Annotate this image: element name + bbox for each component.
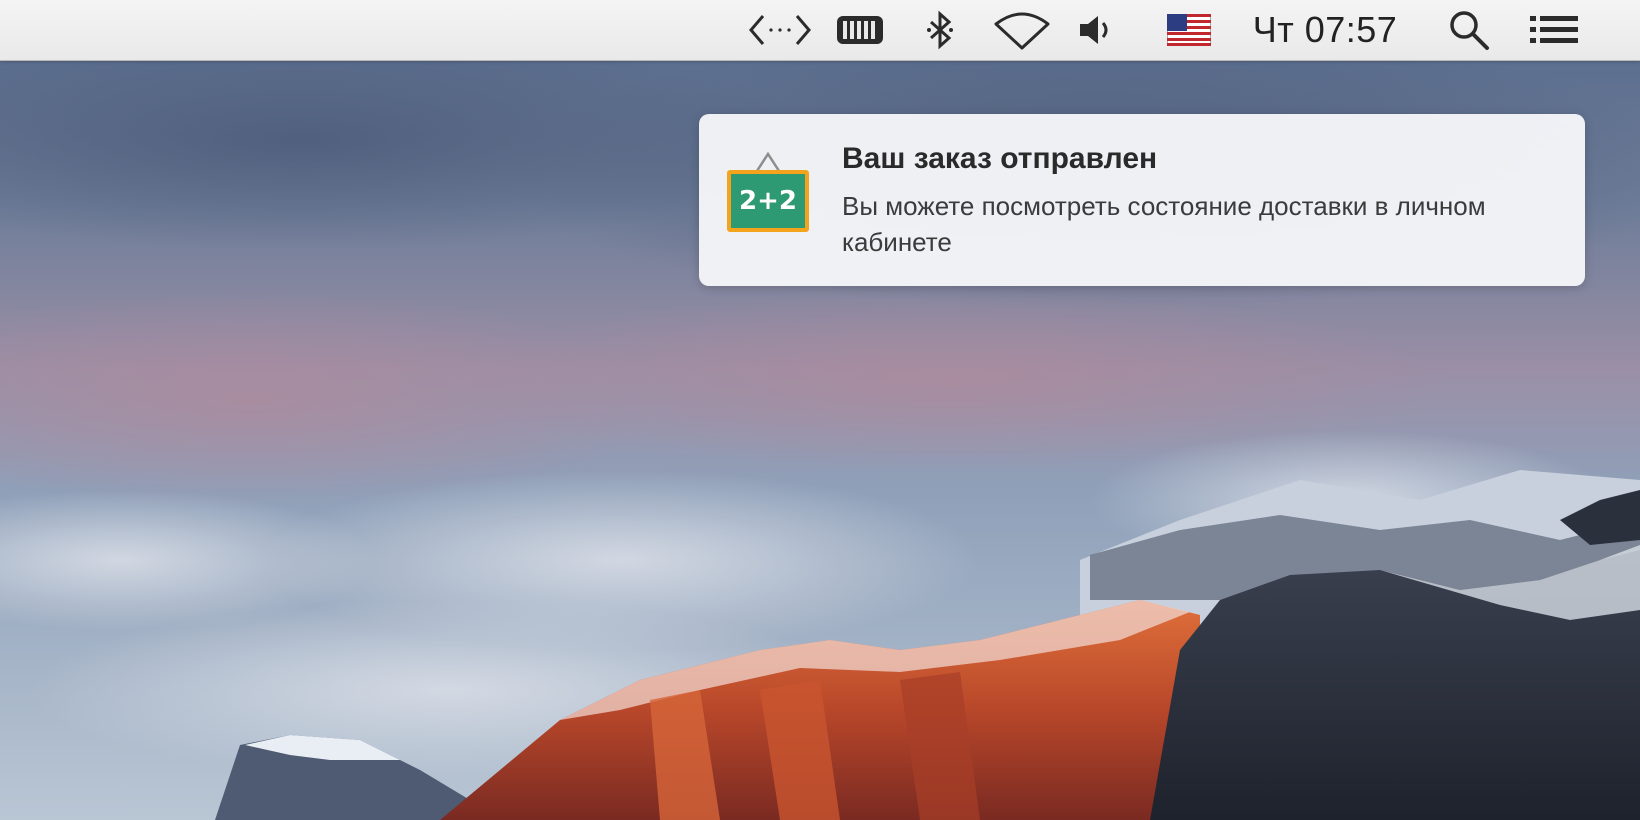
bluetooth-icon[interactable]	[920, 0, 960, 60]
battery-icon[interactable]	[833, 0, 889, 60]
desktop: Чт 07:57 2+2 Ваш заказ отправлен Вы може…	[0, 0, 1640, 820]
notification-title: Ваш заказ отправлен	[842, 142, 1158, 175]
search-icon[interactable]	[1444, 0, 1494, 60]
volume-icon[interactable]	[1074, 0, 1118, 60]
menu-bar: Чт 07:57	[0, 0, 1640, 61]
menu-clock[interactable]: Чт 07:57	[1240, 0, 1410, 60]
notification-body: Вы можете посмотреть состояние доставки …	[842, 191, 1486, 257]
app-icon-board: 2+2	[727, 170, 809, 232]
us-flag-icon[interactable]	[1164, 0, 1214, 60]
app-icon: 2+2	[727, 152, 815, 236]
code-brackets-icon[interactable]	[745, 0, 815, 60]
list-icon[interactable]	[1526, 0, 1582, 60]
wifi-icon[interactable]	[990, 0, 1054, 60]
notification-banner[interactable]: 2+2 Ваш заказ отправлен Вы можете посмот…	[699, 114, 1585, 286]
